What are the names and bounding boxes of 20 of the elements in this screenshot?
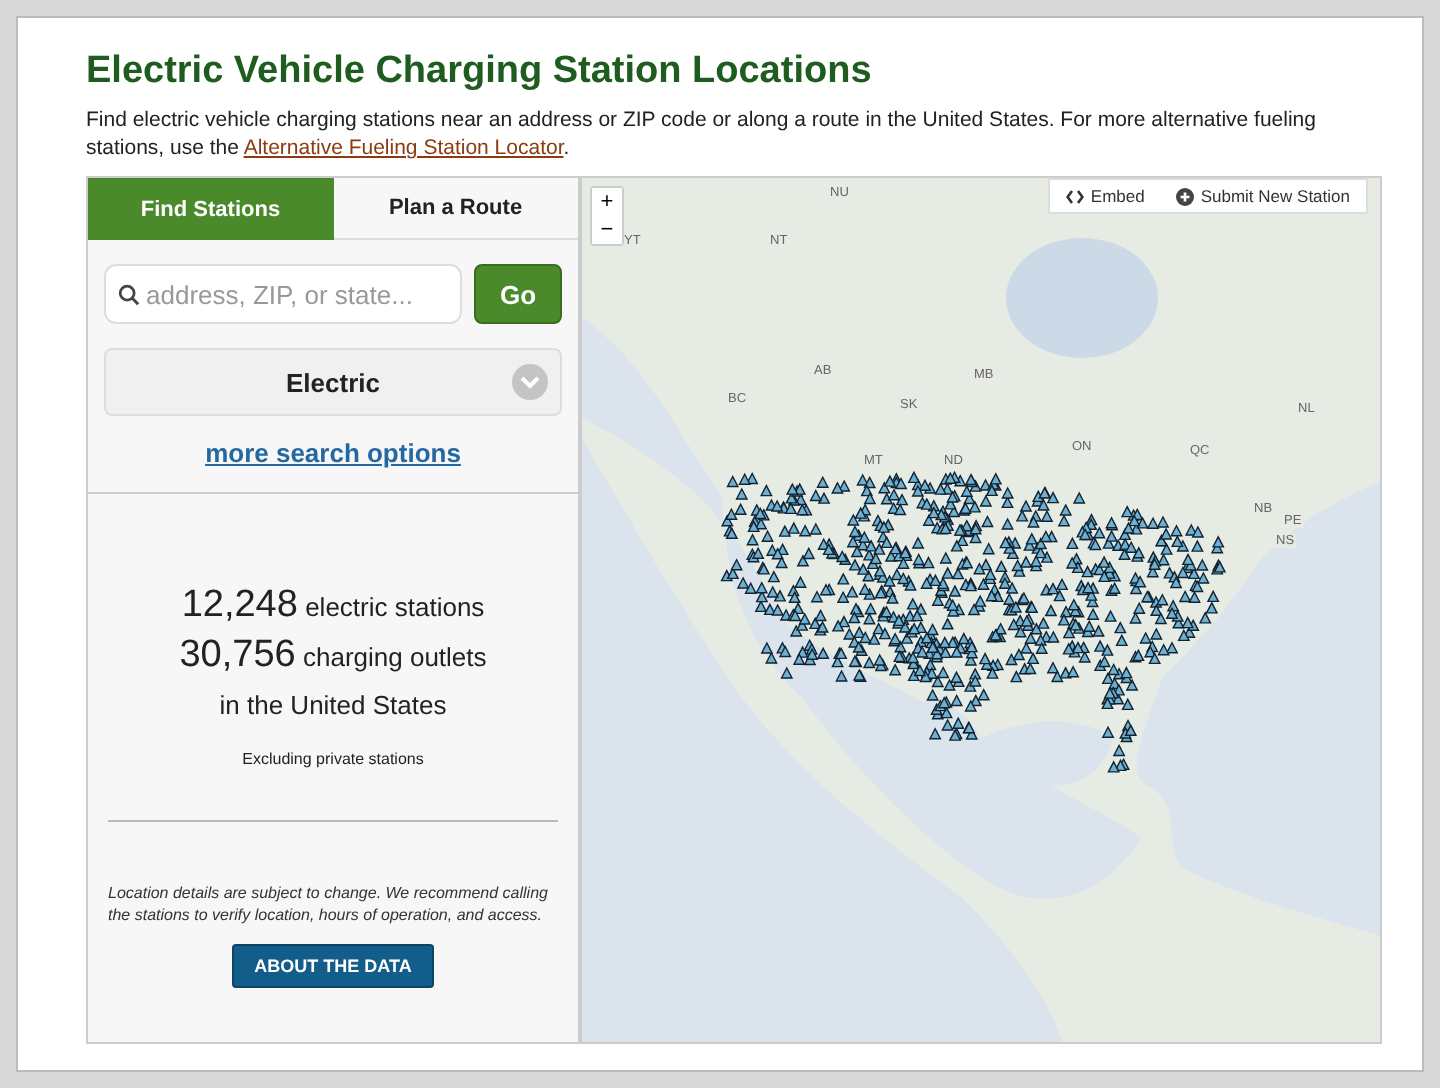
outlets-count-text: 30,756 charging outlets	[179, 632, 487, 680]
fuel-type-select[interactable]: Electric	[104, 348, 562, 416]
chevron-down-icon	[512, 364, 548, 400]
more-search-options-link[interactable]: more search options	[205, 438, 461, 468]
stations-count-text: 12,248 electric stations	[181, 582, 485, 630]
disclaimer-text: Location details are subject to change. We recommend calling the stations to verify location, hours of operation, and access.	[108, 882, 550, 926]
region-text: in the United States	[219, 688, 447, 724]
private-stations-note: Excluding private stations	[242, 750, 424, 768]
go-button[interactable]: Go	[474, 264, 562, 324]
search-icon	[118, 284, 140, 306]
code-icon	[1066, 189, 1085, 203]
page-title: Electric Vehicle Charging Station Locations	[86, 50, 874, 94]
locator-link[interactable]: Alternative Fueling Station Locator	[243, 136, 564, 160]
submit-station-button[interactable]: Submit New Station	[1176, 186, 1350, 206]
embed-button[interactable]: Embed	[1066, 186, 1145, 206]
intro-text: Find electric vehicle charging stations near an address or ZIP code or along a route in the United States. For more alternative fueling stations, use the Alternative Fueling Station Locator.	[86, 106, 1318, 162]
about-data-button[interactable]: ABOUT THE DATA	[232, 944, 434, 988]
tab[interactable]: Find Stations	[88, 178, 333, 240]
search-field[interactable]: address, ZIP, or state...	[104, 264, 462, 324]
plus-circle-icon	[1176, 187, 1195, 205]
